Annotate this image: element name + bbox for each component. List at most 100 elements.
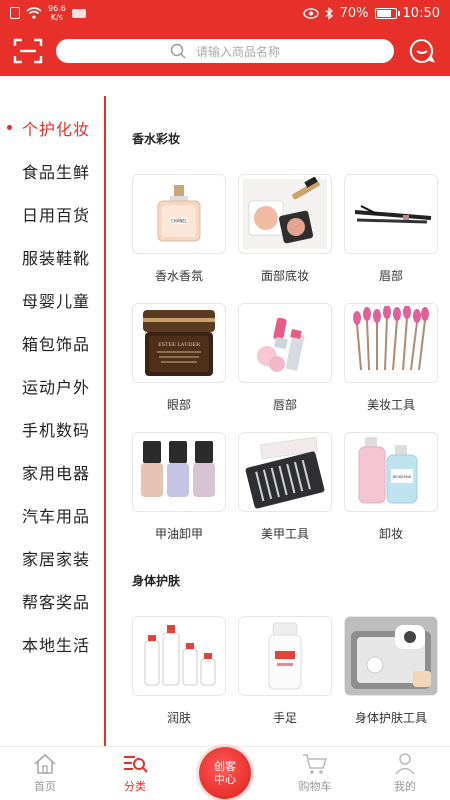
sidebar-item-food[interactable]: 食品生鲜 <box>0 149 104 192</box>
subcategory-item[interactable]: 美甲工具 <box>238 432 332 541</box>
sidebar-item-label: 食品生鲜 <box>22 162 91 182</box>
sim-icon <box>10 7 20 19</box>
subcategory-item[interactable]: 唇部 <box>238 303 332 412</box>
product-thumbnail <box>344 303 438 383</box>
maker-center-button[interactable]: 创客 中心 <box>199 746 251 799</box>
makeup-remover-image: BIODERMA <box>358 437 418 504</box>
subcategory-label: 手足 <box>272 711 297 725</box>
perfume-bottle-image: CHANEL <box>157 185 201 242</box>
subcategory-label: 润肤 <box>166 711 191 725</box>
sidebar-item-local[interactable]: 本地生活 <box>0 622 104 665</box>
product-thumbnail: ESTEE LAUDER <box>132 303 226 383</box>
nav-mine[interactable]: 我的 <box>360 747 450 800</box>
bluetooth-icon <box>325 6 333 20</box>
sidebar-item-label: 汽车用品 <box>22 506 91 526</box>
subcategory-item[interactable]: 眉部 <box>344 174 438 283</box>
product-thumbnail <box>344 616 438 696</box>
sidebar-item-clothing[interactable]: 服装鞋靴 <box>0 235 104 278</box>
nav-category[interactable]: 分类 <box>90 747 180 800</box>
subcategory-label: 卸妆 <box>378 527 403 541</box>
bottom-nav: 首页 分类 创客 中心 购物车 我的 <box>0 746 450 800</box>
subcategory-grid: CHANEL 香水香氛 面部底妆 眉部 ESTEE LAUDER 眼部 唇部 美… <box>132 174 450 541</box>
lotion-bottles-image <box>144 625 216 686</box>
eye-cream-jar-image: ESTEE LAUDER <box>143 310 215 376</box>
manicure-set-image <box>245 436 325 509</box>
sidebar-item-digital[interactable]: 手机数码 <box>0 407 104 450</box>
product-thumbnail <box>238 432 332 512</box>
nav-mine-label: 我的 <box>394 780 416 793</box>
section-title: 香水彩妆 <box>132 132 181 146</box>
subcategory-item[interactable]: 润肤 <box>132 616 226 725</box>
scan-icon <box>13 38 43 64</box>
sidebar-item-label: 母婴儿童 <box>22 291 91 311</box>
subcategory-label: 香水香氛 <box>154 269 203 283</box>
nav-home-label: 首页 <box>34 780 56 793</box>
sidebar-item-label: 家用电器 <box>22 463 91 483</box>
sidebar-item-baby[interactable]: 母婴儿童 <box>0 278 104 321</box>
battery-percent: 70% <box>339 5 369 21</box>
nav-home[interactable]: 首页 <box>0 747 90 800</box>
sidebar-item-label: 手机数码 <box>22 420 91 440</box>
nav-center[interactable]: 创客 中心 <box>180 746 270 800</box>
search-icon <box>170 43 186 59</box>
subcategory-label: 眉部 <box>378 269 403 283</box>
wifi-icon <box>26 7 42 19</box>
subcategory-item[interactable]: 身体护肤工具 <box>344 616 438 725</box>
search-bar[interactable]: 请输入商品名称 <box>56 39 394 63</box>
subcategory-label: 唇部 <box>272 398 297 412</box>
sidebar-item-label: 个护化妆 <box>22 119 91 139</box>
category-icon <box>124 756 148 773</box>
lipstick-image <box>257 317 305 372</box>
subcategory-label: 甲油卸甲 <box>154 527 203 541</box>
sidebar-item-bags[interactable]: 箱包饰品 <box>0 321 104 364</box>
header: 请输入商品名称 <box>0 26 450 76</box>
battery-icon <box>374 7 400 19</box>
product-thumbnail: BIODERMA <box>344 432 438 512</box>
subcategory-label: 身体护肤工具 <box>354 711 427 725</box>
sidebar-item-label: 帮客奖品 <box>22 592 91 612</box>
svg-text:BIODERMA: BIODERMA <box>393 475 412 479</box>
sidebar-item-personal-care[interactable]: 个护化妆 <box>0 106 104 149</box>
message-button[interactable] <box>408 37 436 65</box>
sidebar-item-label: 本地生活 <box>22 635 91 655</box>
product-thumbnail <box>344 174 438 254</box>
section-title: 身体护肤 <box>132 574 181 588</box>
sidebar-item-daily[interactable]: 日用百货 <box>0 192 104 235</box>
category-content: 香水彩妆 CHANEL 香水香氛 面部底妆 眉部 ESTEE LAUDER 眼部… <box>108 96 450 746</box>
subcategory-item[interactable]: 面部底妆 <box>238 174 332 283</box>
subcategory-item[interactable]: ESTEE LAUDER 眼部 <box>132 303 226 412</box>
clock: 10:50 <box>402 5 440 21</box>
scan-button[interactable] <box>12 35 44 67</box>
body-care-tool-image <box>345 617 437 695</box>
cart-icon <box>303 754 328 774</box>
category-sidebar: 个护化妆 食品生鲜 日用百货 服装鞋靴 母婴儿童 箱包饰品 运动户外 手机数码 … <box>0 96 106 746</box>
svg-text:CHANEL: CHANEL <box>171 219 188 224</box>
nav-cart[interactable]: 购物车 <box>270 747 360 800</box>
hand-cream-image <box>268 622 302 690</box>
subcategory-item[interactable]: 美妆工具 <box>344 303 438 412</box>
subcategory-label: 美甲工具 <box>260 527 309 541</box>
face-powder-image <box>243 177 327 249</box>
subcategory-item[interactable]: 甲油卸甲 <box>132 432 226 541</box>
subcategory-item[interactable]: CHANEL 香水香氛 <box>132 174 226 283</box>
sidebar-item-sports[interactable]: 运动户外 <box>0 364 104 407</box>
sidebar-item-auto[interactable]: 汽车用品 <box>0 493 104 536</box>
nail-polish-image <box>141 441 215 497</box>
sidebar-item-label: 服装鞋靴 <box>22 248 91 268</box>
sidebar-item-label: 箱包饰品 <box>22 334 91 354</box>
sidebar-item-appliances[interactable]: 家用电器 <box>0 450 104 493</box>
product-thumbnail <box>238 303 332 383</box>
sidebar-item-prizes[interactable]: 帮客奖品 <box>0 579 104 622</box>
eye-icon <box>302 7 319 19</box>
subcategory-item[interactable]: 手足 <box>238 616 332 725</box>
hd-icon <box>71 8 86 18</box>
sidebar-item-home[interactable]: 家居家装 <box>0 536 104 579</box>
subcategory-item[interactable]: BIODERMA 卸妆 <box>344 432 438 541</box>
product-thumbnail <box>238 174 332 254</box>
makeup-brushes-image <box>353 306 429 371</box>
product-thumbnail <box>132 432 226 512</box>
subcategory-grid: 润肤 手足 身体护肤工具 <box>132 616 450 725</box>
network-speed: 96.6 K/s <box>48 4 66 22</box>
chat-icon <box>409 38 435 63</box>
user-icon <box>395 753 415 775</box>
